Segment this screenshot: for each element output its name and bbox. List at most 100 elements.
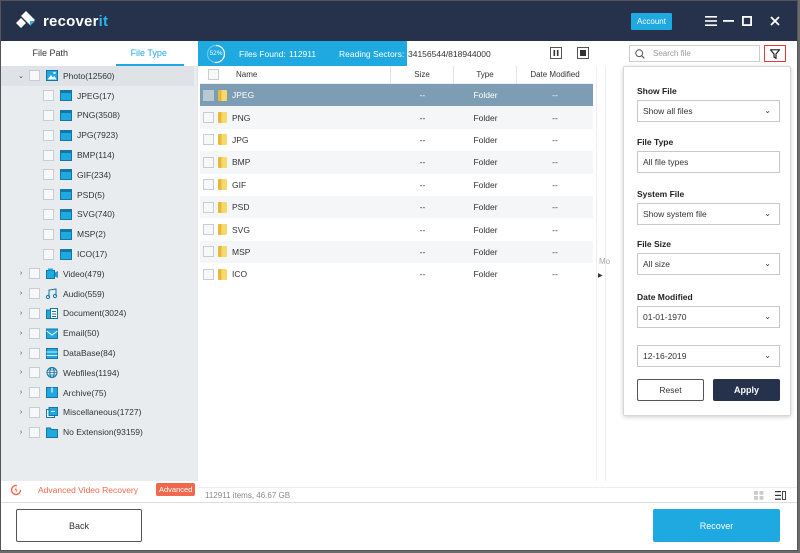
row-type: Folder	[473, 246, 498, 257]
chevron-right-icon[interactable]: ›	[15, 350, 27, 357]
tree-item-category[interactable]: › No Extension(93159)	[1, 422, 198, 442]
table-row[interactable]: SVG -- Folder --	[200, 218, 593, 240]
tree-item-subtype[interactable]: PSD(5)	[1, 185, 198, 205]
row-checkbox[interactable]	[203, 224, 214, 236]
reset-button[interactable]: Reset	[637, 379, 704, 401]
tree-item-subtype[interactable]: JPG(7923)	[1, 125, 198, 145]
table-row[interactable]: JPEG -- Folder --	[200, 84, 593, 107]
tree-item-subtype[interactable]: MSP(2)	[1, 224, 198, 244]
minimize-button[interactable]	[718, 11, 738, 31]
table-row[interactable]: ICO -- Folder --	[200, 263, 593, 285]
column-name[interactable]: Name	[226, 65, 391, 84]
checkbox[interactable]	[29, 327, 40, 339]
checkbox[interactable]	[43, 248, 54, 260]
checkbox[interactable]	[29, 268, 40, 280]
tree-item-category[interactable]: › Archive(75)	[1, 383, 198, 403]
tree-item-category[interactable]: › Video(479)	[1, 264, 198, 284]
tree-item-subtype[interactable]: PNG(3508)	[1, 106, 198, 126]
chevron-right-icon[interactable]: ›	[15, 290, 27, 297]
chevron-right-icon[interactable]: ›	[15, 389, 27, 396]
tree-item-photo[interactable]: ⌄ Photo(12560)	[1, 66, 198, 86]
table-row[interactable]: PSD -- Folder --	[200, 195, 593, 219]
grid-view-icon[interactable]	[754, 491, 764, 500]
checkbox[interactable]	[29, 347, 40, 359]
date-to-select[interactable]: 12-16-2019 ⌄	[637, 345, 780, 367]
left-scrollbar[interactable]	[194, 66, 197, 466]
tree-item-subtype[interactable]: ICO(17)	[1, 244, 198, 264]
search-input[interactable]: Search file	[629, 45, 760, 62]
checkbox[interactable]	[43, 208, 54, 220]
checkbox[interactable]	[43, 228, 54, 240]
tree-item-category[interactable]: › Webfiles(1194)	[1, 363, 198, 383]
tree-item-category[interactable]: › Email(50)	[1, 323, 198, 343]
chevron-down-icon[interactable]: ⌄	[15, 72, 27, 80]
tree-item-category[interactable]: › DataBase(84)	[1, 343, 198, 363]
tree-item-category[interactable]: › Document(3024)	[1, 304, 198, 324]
folder-icon	[60, 208, 72, 220]
row-checkbox[interactable]	[203, 268, 214, 280]
column-type[interactable]: Type	[454, 65, 517, 84]
advanced-video-recovery[interactable]: Advanced Video Recovery Advanced	[1, 481, 198, 499]
chevron-right-icon[interactable]: ›	[15, 369, 27, 376]
system-file-select[interactable]: Show system file ⌄	[637, 203, 780, 225]
column-size[interactable]: Size	[391, 65, 454, 84]
checkbox[interactable]	[29, 70, 40, 82]
tree-item-subtype[interactable]: GIF(234)	[1, 165, 198, 185]
tree-item-subtype[interactable]: JPEG(17)	[1, 86, 198, 106]
row-date: --	[552, 246, 558, 257]
row-checkbox[interactable]	[203, 134, 214, 146]
maximize-button[interactable]	[737, 11, 757, 31]
recover-button[interactable]: Recover	[653, 509, 780, 542]
tab-file-type[interactable]: File Type	[100, 41, 199, 66]
list-view-icon[interactable]	[775, 491, 786, 500]
checkbox[interactable]	[29, 367, 40, 379]
close-button[interactable]	[765, 11, 785, 31]
chevron-right-icon[interactable]: ›	[15, 270, 27, 277]
back-button[interactable]: Back	[16, 509, 142, 542]
tree-item-category[interactable]: › Audio(559)	[1, 284, 198, 304]
checkbox[interactable]	[43, 90, 54, 102]
tree-item-subtype[interactable]: SVG(740)	[1, 205, 198, 225]
checkbox[interactable]	[29, 406, 40, 418]
checkbox[interactable]	[43, 189, 54, 201]
table-row[interactable]: GIF -- Folder --	[200, 174, 593, 196]
chevron-right-icon[interactable]: ›	[15, 310, 27, 317]
row-checkbox[interactable]	[203, 89, 214, 101]
row-checkbox[interactable]	[203, 156, 214, 168]
checkbox[interactable]	[29, 426, 40, 438]
chevron-right-icon[interactable]: ›	[15, 409, 27, 416]
chevron-right-icon[interactable]: ›	[15, 429, 27, 436]
checkbox[interactable]	[29, 307, 40, 319]
filter-button[interactable]	[764, 45, 786, 62]
table-row[interactable]: PNG -- Folder --	[200, 106, 593, 129]
row-checkbox[interactable]	[203, 179, 214, 191]
account-button[interactable]: Account	[631, 13, 672, 30]
row-checkbox[interactable]	[203, 201, 214, 213]
tree-item-subtype[interactable]: BMP(114)	[1, 145, 198, 165]
date-from-select[interactable]: 01-01-1970 ⌄	[637, 306, 780, 328]
tree-item-category[interactable]: › Miscellaneous(1727)	[1, 403, 198, 423]
tab-file-path[interactable]: File Path	[1, 41, 100, 66]
table-row[interactable]: MSP -- Folder --	[200, 240, 593, 264]
row-checkbox[interactable]	[203, 246, 214, 258]
checkbox[interactable]	[29, 387, 40, 399]
chevron-right-icon[interactable]: ›	[15, 330, 27, 337]
checkbox[interactable]	[43, 149, 54, 161]
select-all-checkbox[interactable]	[207, 69, 219, 80]
row-checkbox[interactable]	[203, 112, 214, 124]
checkbox[interactable]	[43, 129, 54, 141]
checkbox[interactable]	[29, 288, 40, 300]
stop-button[interactable]	[577, 47, 589, 59]
checkbox[interactable]	[43, 109, 54, 121]
file-size-select[interactable]: All size ⌄	[637, 253, 780, 275]
file-type-field[interactable]: All file types	[637, 151, 780, 173]
apply-button[interactable]: Apply	[713, 379, 780, 401]
pause-button[interactable]	[550, 47, 562, 59]
expand-preview-arrow-icon[interactable]: ▶	[598, 272, 603, 279]
table-row[interactable]: BMP -- Folder --	[200, 151, 593, 174]
show-file-value: Show all files	[643, 106, 693, 116]
table-row[interactable]: JPG -- Folder --	[200, 129, 593, 151]
checkbox[interactable]	[43, 169, 54, 181]
column-date-modified[interactable]: Date Modified	[517, 66, 593, 84]
show-file-select[interactable]: Show all files ⌄	[637, 100, 780, 122]
